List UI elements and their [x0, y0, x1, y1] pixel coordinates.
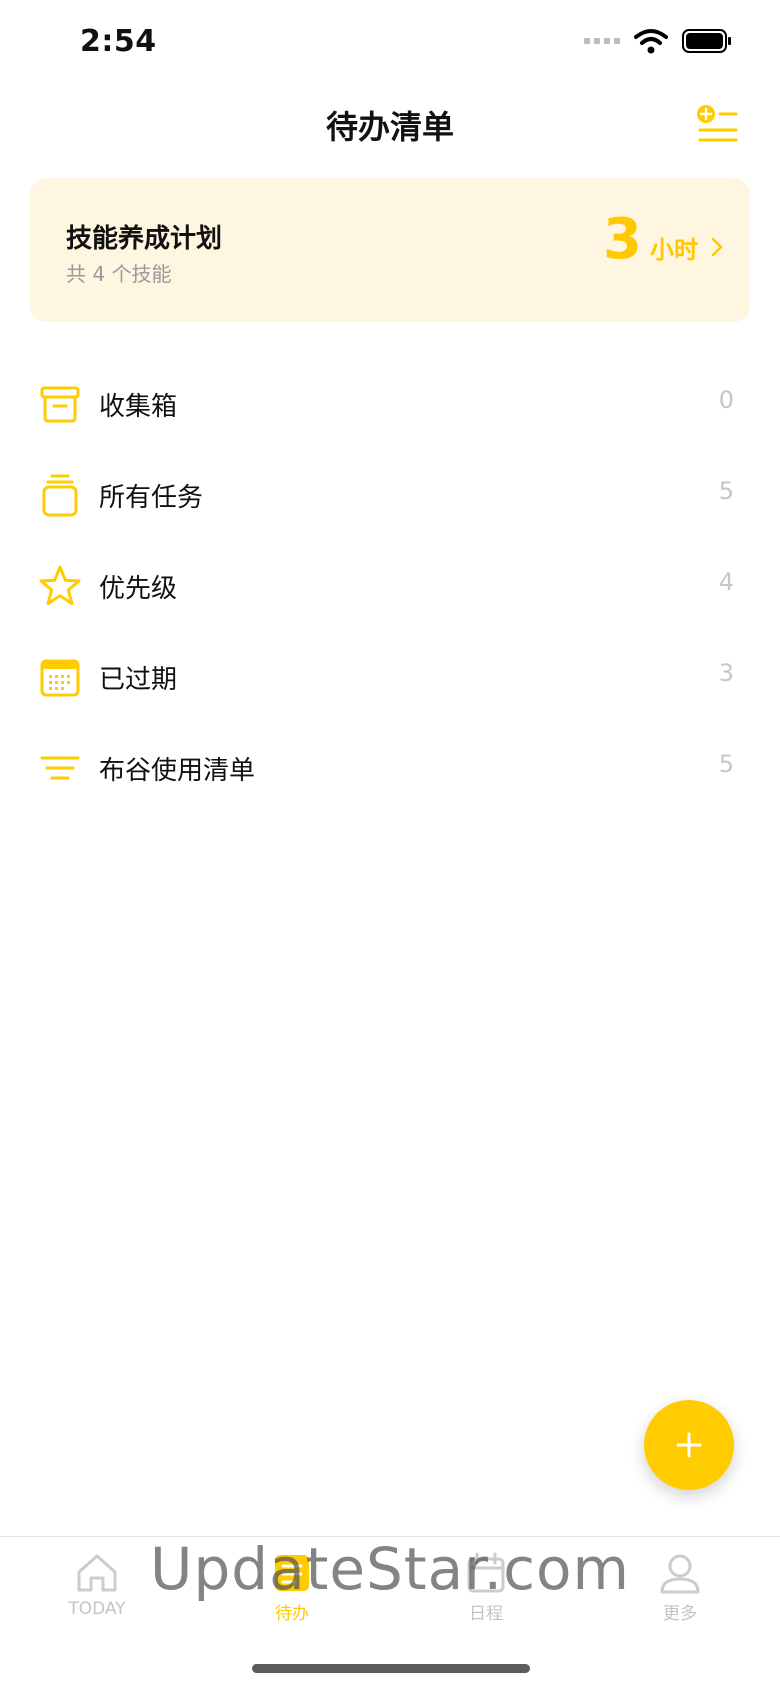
list-item-count: 3	[718, 659, 734, 687]
chevron-right-icon	[711, 237, 723, 257]
status-icons	[584, 28, 732, 54]
calendar-icon	[40, 659, 80, 697]
tab-more[interactable]: 更多	[610, 1551, 750, 1631]
list-item-label: 所有任务	[99, 483, 204, 513]
home-indicator[interactable]	[252, 1664, 530, 1673]
navigation-bar: 待办清单	[0, 90, 780, 176]
add-task-button[interactable]	[644, 1400, 734, 1490]
tab-label: 更多	[663, 1604, 697, 1624]
tab-label: 待办	[275, 1604, 309, 1624]
star-icon	[39, 565, 81, 605]
hours-unit: 小时	[650, 236, 698, 264]
list-item-label: 优先级	[99, 574, 178, 604]
skill-plan-card[interactable]: 技能养成计划 共 4 个技能 3 小时	[30, 178, 750, 322]
list-item-count: 5	[718, 750, 734, 778]
list-item-label: 已过期	[99, 665, 178, 695]
skill-plan-title: 技能养成计划	[66, 224, 223, 254]
list-item-count: 4	[718, 568, 734, 596]
tab-todo[interactable]: 待办	[222, 1551, 362, 1631]
skill-count: 共 4 个技能	[66, 262, 172, 286]
list-item-count: 0	[718, 386, 734, 414]
cellular-signal-icon	[584, 38, 620, 44]
tab-schedule[interactable]: 日程	[416, 1551, 556, 1631]
all-tasks-icon	[42, 474, 78, 517]
tab-label: TODAY	[68, 1599, 126, 1619]
skill-hours: 3 小时	[603, 212, 724, 268]
list-item-inbox[interactable]: 收集箱 0	[0, 358, 780, 449]
home-icon	[77, 1554, 117, 1592]
list-item-priority[interactable]: 优先级 4	[0, 540, 780, 631]
profile-icon	[660, 1554, 700, 1594]
list-item-overdue[interactable]: 已过期 3	[0, 631, 780, 722]
tab-today[interactable]: TODAY	[27, 1551, 167, 1631]
list-item-all-tasks[interactable]: 所有任务 5	[0, 449, 780, 540]
list-item-label: 布谷使用清单	[99, 756, 256, 786]
list-item-custom-list[interactable]: 布谷使用清单 5	[0, 722, 780, 813]
plus-icon	[676, 1432, 702, 1458]
battery-icon	[682, 29, 731, 53]
status-bar: 2:54	[0, 0, 780, 90]
status-time: 2:54	[80, 24, 157, 59]
list-item-label: 收集箱	[99, 392, 178, 422]
hours-value: 3	[603, 207, 642, 272]
tab-label: 日程	[469, 1604, 503, 1624]
todo-icon	[275, 1555, 309, 1591]
wifi-icon	[634, 29, 668, 54]
add-list-icon[interactable]	[696, 104, 740, 148]
inbox-icon	[40, 386, 80, 423]
calendar-icon	[467, 1552, 505, 1593]
list-icon	[40, 756, 80, 780]
list-item-count: 5	[718, 477, 734, 505]
page-title: 待办清单	[325, 108, 454, 146]
todo-list: 收集箱 0 所有任务 5 优先级 4 已过期 3 布谷使用清单 5	[0, 358, 780, 813]
